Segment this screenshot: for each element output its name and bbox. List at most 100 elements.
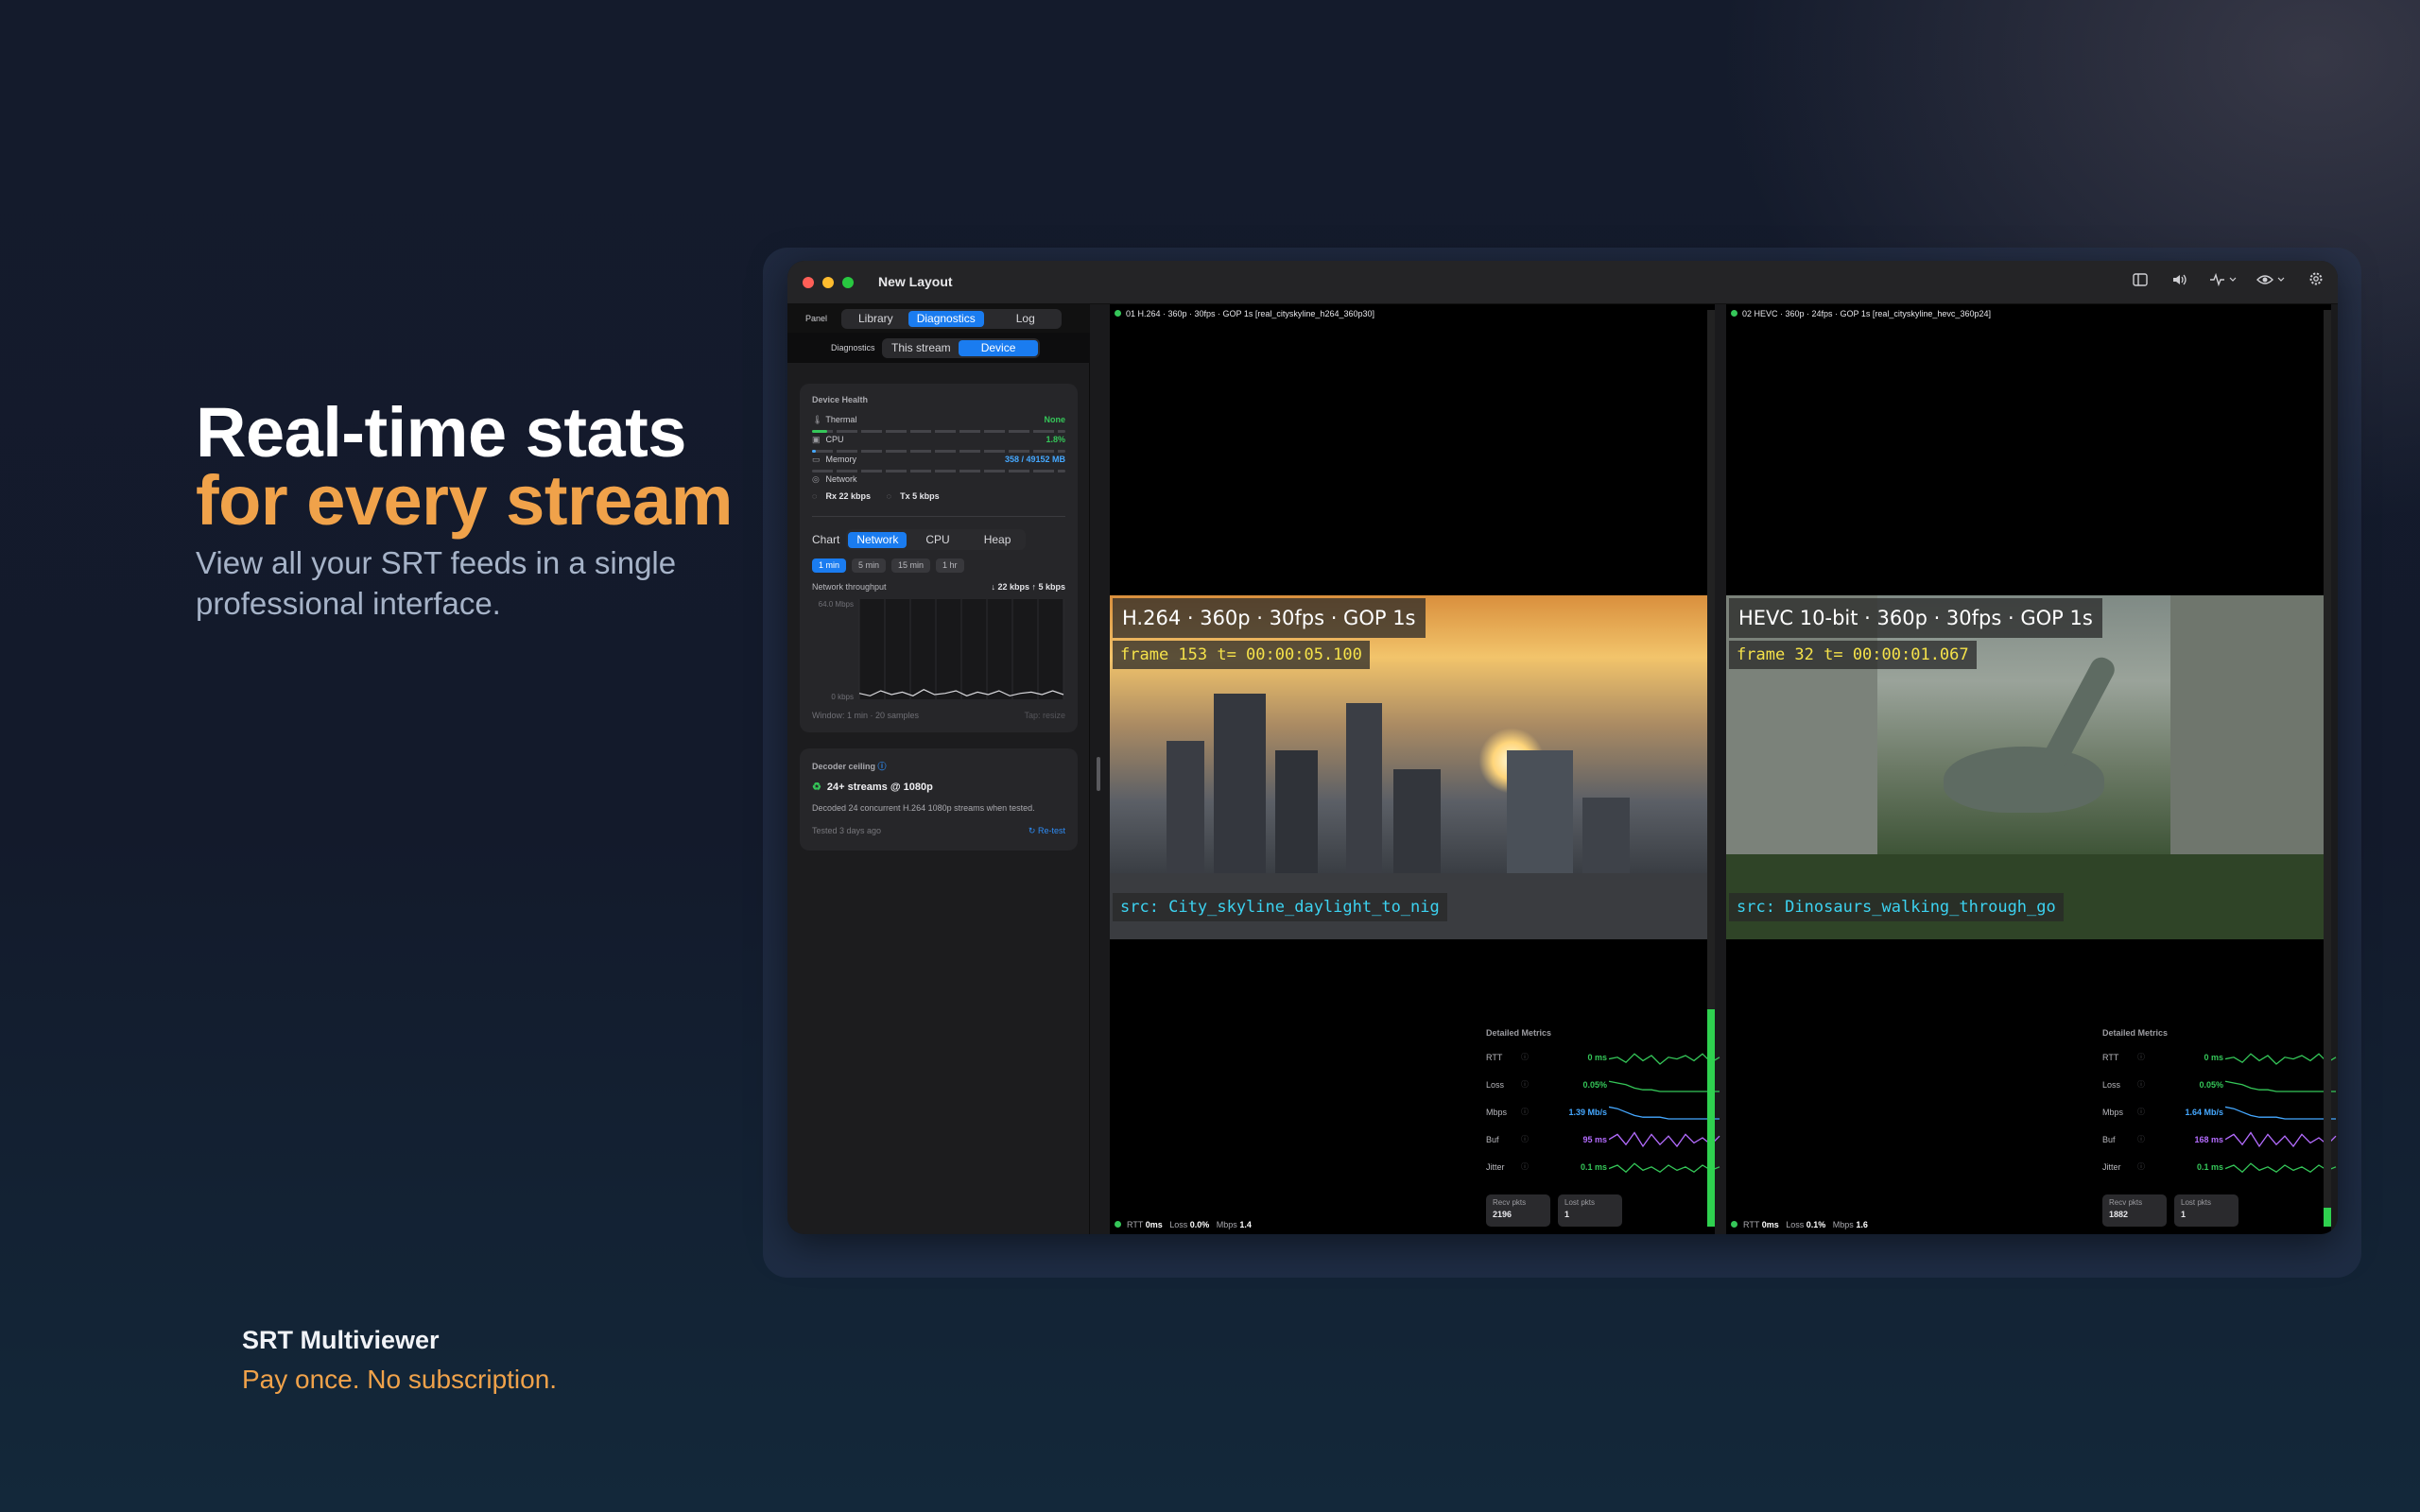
metric-row: Buf ⓘ 95 ms bbox=[1486, 1131, 1722, 1148]
memory-meter-fill bbox=[812, 450, 817, 453]
audio-meter-level bbox=[2324, 1208, 2331, 1227]
footer-rtt-value: 0ms bbox=[1761, 1220, 1779, 1229]
recv-packets-label: Recv pkts bbox=[2109, 1198, 2143, 1207]
lost-packets-label: Lost pkts bbox=[1564, 1198, 1596, 1207]
metric-value: 0 ms bbox=[1587, 1053, 1607, 1062]
metric-value: 0.05% bbox=[1582, 1080, 1607, 1090]
info-icon[interactable]: ⓘ bbox=[2137, 1079, 2145, 1090]
info-icon[interactable]: ⓘ bbox=[1521, 1052, 1529, 1062]
stream-tile-1[interactable]: 01 H.264 · 360p · 30fps · GOP 1s [real_c… bbox=[1110, 304, 1720, 1234]
range-1-min[interactable]: 1 min bbox=[812, 558, 847, 573]
activity-icon[interactable] bbox=[2207, 270, 2239, 295]
cpu-label: CPU bbox=[825, 435, 844, 444]
info-icon[interactable]: ⓘ bbox=[2137, 1161, 2145, 1172]
tab-network[interactable]: Network bbox=[848, 531, 908, 548]
tab-diagnostics[interactable]: Diagnostics bbox=[908, 310, 984, 327]
tab-cpu[interactable]: CPU bbox=[907, 532, 968, 548]
status-dot bbox=[1731, 310, 1737, 317]
network-tx: Tx 5 kbps bbox=[900, 491, 940, 501]
memory-value: 358 / 49152 MB bbox=[1004, 455, 1065, 464]
detailed-metrics: Detailed Metrics RTT ⓘ 0 ms Loss ⓘ 0.05% Mbps ⓘ 1… bbox=[1486, 1028, 1722, 1227]
sidebar-resize-handle[interactable] bbox=[1097, 757, 1100, 791]
tab-heap[interactable]: Heap bbox=[969, 532, 1025, 548]
chart-segmented-control: Network CPU Heap bbox=[846, 529, 1027, 550]
recv-packets: Recv pkts 2196 bbox=[1486, 1194, 1550, 1227]
stream-header-text: 02 HEVC · 360p · 24fps · GOP 1s [real_ci… bbox=[1742, 309, 1991, 318]
window-title: New Layout bbox=[878, 274, 953, 289]
range-1-hr[interactable]: 1 hr bbox=[936, 558, 964, 573]
lost-packets-label: Lost pkts bbox=[2181, 1198, 2212, 1207]
stream-header: 02 HEVC · 360p · 24fps · GOP 1s [real_ci… bbox=[1731, 309, 1991, 318]
refresh-icon: ↻ bbox=[1028, 826, 1036, 835]
download-icon: ◌ bbox=[812, 491, 818, 501]
device-health-title: Device Health bbox=[812, 395, 869, 404]
divider bbox=[812, 516, 1065, 517]
retest-label: Re-test bbox=[1037, 826, 1065, 835]
metric-sparkline bbox=[2225, 1131, 2337, 1148]
eye-icon[interactable] bbox=[2255, 270, 2289, 295]
footer-loss-label: Loss bbox=[1169, 1220, 1188, 1229]
recv-packets-value: 1882 bbox=[2109, 1210, 2129, 1219]
tab-library[interactable]: Library bbox=[843, 311, 908, 327]
decoder-ceiling-title: Decoder ceiling ⓘ bbox=[812, 760, 887, 772]
device-health-card: Device Health 🌡 Thermal None ▣ CPU 1.8% … bbox=[800, 384, 1078, 732]
info-icon[interactable]: ⓘ bbox=[878, 762, 887, 771]
metric-label: Loss bbox=[1486, 1080, 1505, 1090]
retest-button[interactable]: ↻ Re-test bbox=[1028, 826, 1065, 836]
info-icon[interactable]: ⓘ bbox=[2137, 1134, 2145, 1144]
metric-value: 168 ms bbox=[2194, 1135, 2223, 1144]
status-dot bbox=[1115, 310, 1121, 317]
thermal-value: None bbox=[1044, 415, 1066, 424]
hero-subtitle: View all your SRT feeds in a single prof… bbox=[196, 545, 677, 621]
frame-overlay: frame 32 t= 00:00:01.067 bbox=[1729, 641, 1977, 669]
frame-overlay: frame 153 t= 00:00:05.100 bbox=[1113, 641, 1370, 669]
metric-row: Mbps ⓘ 1.39 Mb/s bbox=[1486, 1104, 1722, 1121]
y-axis-top-label: 64.0 Mbps bbox=[819, 600, 854, 609]
info-icon[interactable]: ⓘ bbox=[2137, 1052, 2145, 1062]
metric-label: Mbps bbox=[1486, 1108, 1508, 1117]
decoder-ceiling-description: Decoded 24 concurrent H.264 1080p stream… bbox=[812, 803, 1035, 813]
metrics-title: Detailed Metrics bbox=[1486, 1028, 1552, 1038]
range-15-min[interactable]: 15 min bbox=[891, 558, 931, 573]
minimize-window-button[interactable] bbox=[822, 277, 834, 288]
info-icon[interactable]: ⓘ bbox=[1521, 1107, 1529, 1117]
memory-icon: ▭ bbox=[812, 455, 821, 464]
app-window: New Layout Panel Library Diagnostics Log… bbox=[787, 261, 2338, 1234]
source-overlay: src: Dinosaurs_walking_through_go bbox=[1729, 893, 2064, 921]
cpu-row: ▣ CPU 1.8% bbox=[812, 435, 1065, 448]
hero-heading-line1: Real-time stats bbox=[196, 393, 686, 472]
metric-label: RTT bbox=[1486, 1053, 1503, 1062]
info-icon[interactable]: ⓘ bbox=[2137, 1107, 2145, 1117]
cliff-image bbox=[2170, 595, 2324, 879]
info-icon[interactable]: ⓘ bbox=[1521, 1161, 1529, 1172]
recycle-icon: ♻ bbox=[812, 782, 821, 793]
stream-tile-2[interactable]: 02 HEVC · 360p · 24fps · GOP 1s [real_ci… bbox=[1726, 304, 2337, 1234]
metric-row: Loss ⓘ 0.05% bbox=[1486, 1076, 1722, 1093]
recv-packets-value: 2196 bbox=[1493, 1210, 1512, 1219]
audio-meter bbox=[2324, 310, 2331, 1227]
sidebar-icon[interactable] bbox=[2128, 270, 2152, 295]
tab-this-stream[interactable]: This stream bbox=[884, 340, 959, 356]
diagnostics-label: Diagnostics bbox=[831, 343, 875, 352]
diagnostics-selector-row: Diagnostics This stream Device bbox=[787, 333, 1090, 363]
speaker-icon[interactable] bbox=[2168, 270, 2192, 295]
range-5-min[interactable]: 5 min bbox=[852, 558, 887, 573]
metric-row: Jitter ⓘ 0.1 ms bbox=[2102, 1159, 2338, 1176]
info-icon[interactable]: ⓘ bbox=[1521, 1134, 1529, 1144]
lost-packets-value: 1 bbox=[1564, 1210, 1570, 1219]
metric-row: RTT ⓘ 0 ms bbox=[2102, 1049, 2338, 1066]
tab-log[interactable]: Log bbox=[984, 311, 1060, 327]
zoom-window-button[interactable] bbox=[842, 277, 854, 288]
metric-value: 0.1 ms bbox=[1580, 1162, 1607, 1172]
brand-tagline: Pay once. No subscription. bbox=[242, 1365, 558, 1394]
footer-mbps-value: 1.4 bbox=[1239, 1220, 1252, 1229]
info-icon[interactable]: ⓘ bbox=[1521, 1079, 1529, 1090]
gear-icon[interactable] bbox=[2304, 270, 2328, 295]
metric-row: RTT ⓘ 0 ms bbox=[1486, 1049, 1722, 1066]
close-window-button[interactable] bbox=[803, 277, 814, 288]
network-rx: Rx 22 kbps bbox=[825, 491, 872, 501]
memory-row: ▭ Memory 358 / 49152 MB bbox=[812, 455, 1065, 468]
network-rates: ◌ Rx 22 kbps ◌ Tx 5 kbps bbox=[812, 491, 1065, 505]
tab-device[interactable]: Device bbox=[958, 339, 1039, 356]
metric-row: Jitter ⓘ 0.1 ms bbox=[1486, 1159, 1722, 1176]
